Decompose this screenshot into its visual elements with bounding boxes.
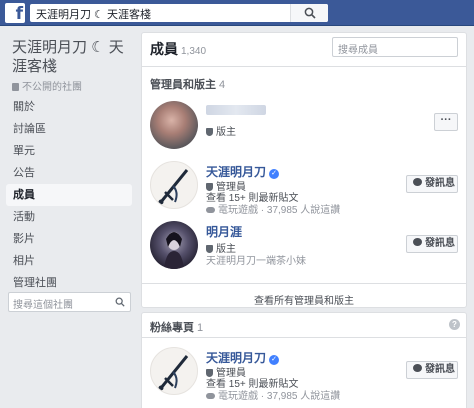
help-icon[interactable]: ? [449,319,460,330]
group-search-placeholder: 搜尋這個社團 [13,300,73,311]
sidebar-item-manage-group[interactable]: 管理社團 [6,272,132,294]
member-row: 版主 ··· [150,101,460,153]
sword-icon [158,355,189,391]
avatar[interactable] [150,221,198,269]
divider [142,66,466,67]
more-options-button[interactable]: ··· [434,113,458,131]
group-sidebar: 天涯明月刀 ☾ 天涯客棧 不公開的社團 關於 討論區 單元 公告 成員 活動 影… [0,26,138,408]
avatar[interactable] [150,347,198,395]
member-bio: 天涯明月刀一端茶小妹 [206,256,306,267]
group-title[interactable]: 天涯明月刀 ☾ 天涯客棧 [12,38,136,76]
messenger-icon [413,238,422,246]
member-row: 天涯明月刀 ✓ 管理員 查看 15+ 則最新貼文 電玩遊戲 · 37,985 人說… [150,161,460,216]
privacy-label: 不公開的社團 [12,78,82,93]
member-search-placeholder: 搜尋成員 [338,45,378,56]
message-button[interactable]: 發訊息 [406,361,458,379]
member-meta: 電玩遊戲 · 37,985 人說這讚 [206,201,340,216]
fan-pages-card: 粉絲專頁 1 ? 天涯明月刀 ✓ 管理員 查看 15+ 則最新貼文 電玩遊戲 · 3… [141,312,467,408]
sidebar-item-events[interactable]: 活動 [6,206,132,228]
admins-section-heading: 管理員和版主 4 [150,79,226,91]
shield-icon [206,128,213,136]
members-heading: 成員 1,340 [150,41,207,57]
message-button[interactable]: 發訊息 [406,235,458,253]
messenger-icon [413,178,422,186]
member-row: 天涯明月刀 ✓ 管理員 查看 15+ 則最新貼文 電玩遊戲 · 37,985 人說… [150,347,460,402]
members-card: 成員 1,340 搜尋成員 管理員和版主 4 版主 ··· 天涯明月刀 ✓ 管理… [141,32,467,308]
facebook-logo-icon[interactable]: f [5,3,25,24]
top-bar: f 天涯明月刀 ☾ 天涯客棧 [0,0,474,26]
avatar[interactable] [150,161,198,209]
verified-check-icon: ✓ [269,355,280,365]
search-button[interactable] [290,4,328,22]
message-button[interactable]: 發訊息 [406,175,458,193]
group-search-input[interactable]: 搜尋這個社團 [8,292,131,312]
member-name-blurred[interactable] [206,105,266,115]
members-count: 1,340 [181,46,207,57]
main-content: 成員 1,340 搜尋成員 管理員和版主 4 版主 ··· 天涯明月刀 ✓ 管理… [141,26,467,408]
member-role: 版主 [206,123,236,138]
divider [142,337,466,338]
sidebar-nav: 關於 討論區 單元 公告 成員 活動 影片 相片 管理社團 [6,96,132,294]
fan-pages-heading: 粉絲專頁 1 [150,322,204,334]
character-portrait-icon [164,232,184,269]
sword-icon [158,169,189,205]
lock-icon [12,83,19,91]
gamepad-icon [206,207,215,213]
sidebar-item-about[interactable]: 關於 [6,96,132,118]
member-row: 明月涯 版主 天涯明月刀一端茶小妹 發訊息 [150,221,460,273]
sidebar-item-announcements[interactable]: 公告 [6,162,132,184]
search-value: 天涯明月刀 ☾ 天涯客棧 [36,9,151,21]
sidebar-item-members[interactable]: 成員 [6,184,132,206]
divider [142,283,466,284]
global-search-input[interactable]: 天涯明月刀 ☾ 天涯客棧 [30,4,328,22]
messenger-icon [413,364,422,372]
sidebar-item-photos[interactable]: 相片 [6,250,132,272]
sidebar-item-discussion[interactable]: 討論區 [6,118,132,140]
member-meta: 電玩遊戲 · 37,985 人說這讚 [206,387,340,402]
sidebar-item-units[interactable]: 單元 [6,140,132,162]
member-search-input[interactable]: 搜尋成員 [332,37,458,57]
avatar[interactable] [150,101,198,149]
search-icon [304,7,316,19]
search-icon[interactable] [115,297,125,307]
sidebar-item-videos[interactable]: 影片 [6,228,132,250]
member-name-link[interactable]: 明月涯 [206,223,242,240]
see-all-admins-link[interactable]: 查看所有管理員和版主 [142,292,466,307]
verified-check-icon: ✓ [269,169,280,179]
gamepad-icon [206,393,215,399]
